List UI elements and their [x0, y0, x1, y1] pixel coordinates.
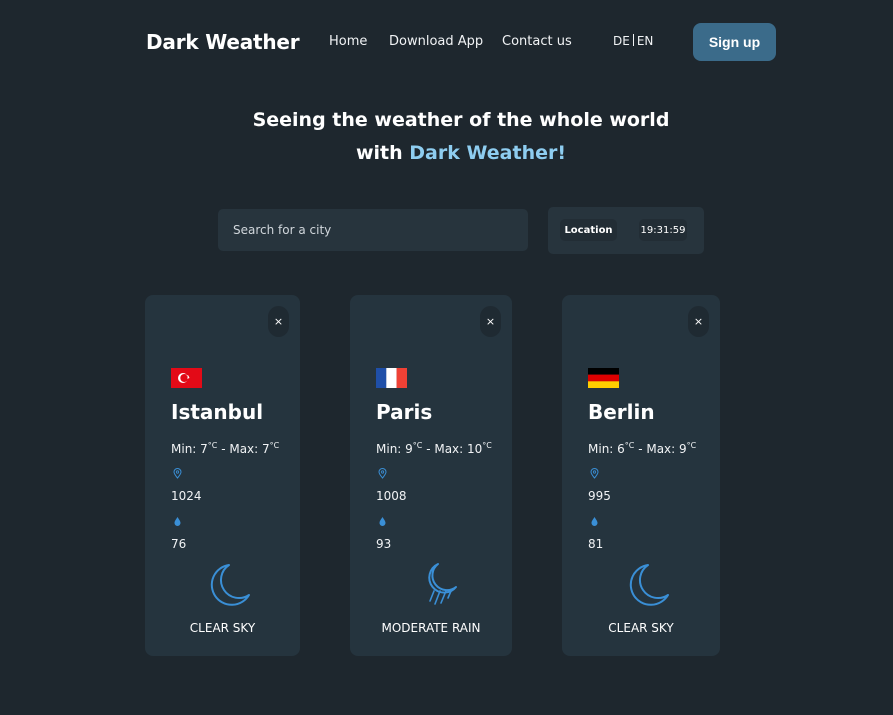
weather-description: CLEAR SKY: [608, 621, 674, 635]
moon-rain-icon: [428, 563, 457, 605]
moon-icon: [629, 564, 669, 606]
temp-unit: °C: [207, 441, 218, 450]
close-card-button[interactable]: ×: [688, 306, 709, 337]
humidity-icon: [174, 517, 181, 526]
signup-button[interactable]: Sign up: [693, 23, 776, 61]
temp-unit: °C: [624, 441, 635, 450]
hero-title-line2: with Dark Weather!: [0, 142, 893, 164]
nav-home-link[interactable]: Home: [329, 34, 367, 49]
weather-card-berlin: × Berlin Min: 6°C - Max: 9°C 995 81 CLEA…: [562, 295, 720, 656]
temp-unit: °C: [482, 441, 492, 450]
pressure-icon: [378, 468, 387, 479]
max-temp: 9: [679, 442, 687, 456]
lang-en-link[interactable]: EN: [637, 34, 654, 48]
turkey-flag-icon: [171, 368, 202, 388]
min-temp: 9: [405, 442, 413, 456]
weather-description: CLEAR SKY: [189, 621, 256, 635]
page: Dark Weather Home Download App Contact u…: [0, 0, 893, 715]
max-temp: 7: [262, 442, 270, 456]
hero-prefix: with: [355, 142, 410, 164]
close-card-button[interactable]: ×: [268, 306, 289, 337]
weather-card-istanbul: × Istanbul Min: 7°C - Max: 7°C 1024 76 C…: [145, 295, 300, 656]
pressure-value: 1008: [376, 489, 407, 503]
temperature-range: Min: 6°C - Max: 9°C: [588, 441, 697, 456]
humidity-icon: [591, 517, 598, 526]
temp-unit: °C: [686, 441, 697, 450]
max-temp: 10: [467, 442, 483, 456]
lang-de-link[interactable]: DE: [613, 34, 630, 48]
temp-unit: °C: [412, 441, 423, 450]
city-name: Istanbul: [171, 400, 264, 424]
moon-icon: [210, 564, 250, 606]
france-flag-icon: [376, 368, 407, 388]
humidity-value: 76: [171, 537, 187, 551]
hero-accent: Dark Weather!: [409, 142, 567, 164]
temperature-range: Min: 7°C - Max: 7°C: [171, 441, 280, 456]
nav-download-app-link[interactable]: Download App: [389, 34, 483, 49]
pressure-value: 1024: [171, 489, 202, 503]
close-card-button[interactable]: ×: [480, 306, 501, 337]
location-button[interactable]: Location: [560, 219, 617, 241]
location-panel: Location 19:31:59: [548, 207, 704, 254]
city-name: Berlin: [588, 400, 655, 424]
temp-unit: °C: [269, 441, 280, 450]
humidity-value: 81: [588, 537, 604, 551]
pressure-value: 995: [588, 489, 611, 503]
city-search-input[interactable]: [218, 209, 528, 251]
pressure-icon: [173, 468, 182, 479]
germany-flag-icon: [588, 368, 619, 388]
weather-card-paris: × Paris Min: 9°C - Max: 10°C 1008 93 MOD…: [350, 295, 512, 656]
min-temp: 6: [617, 442, 625, 456]
city-name: Paris: [376, 400, 433, 424]
brand-logo[interactable]: Dark Weather: [146, 30, 300, 54]
weather-description: MODERATE RAIN: [381, 621, 481, 635]
lang-divider: [632, 34, 634, 46]
humidity-value: 93: [376, 537, 392, 551]
pressure-icon: [590, 468, 599, 479]
min-temp: 7: [200, 442, 208, 456]
nav-contact-link[interactable]: Contact us: [502, 34, 572, 49]
temperature-range: Min: 9°C - Max: 10°C: [376, 441, 492, 456]
language-switcher: DE EN: [613, 34, 653, 48]
humidity-icon: [379, 517, 386, 526]
hero-title-line1: Seeing the weather of the whole world: [252, 109, 670, 131]
current-time: 19:31:59: [639, 219, 687, 241]
